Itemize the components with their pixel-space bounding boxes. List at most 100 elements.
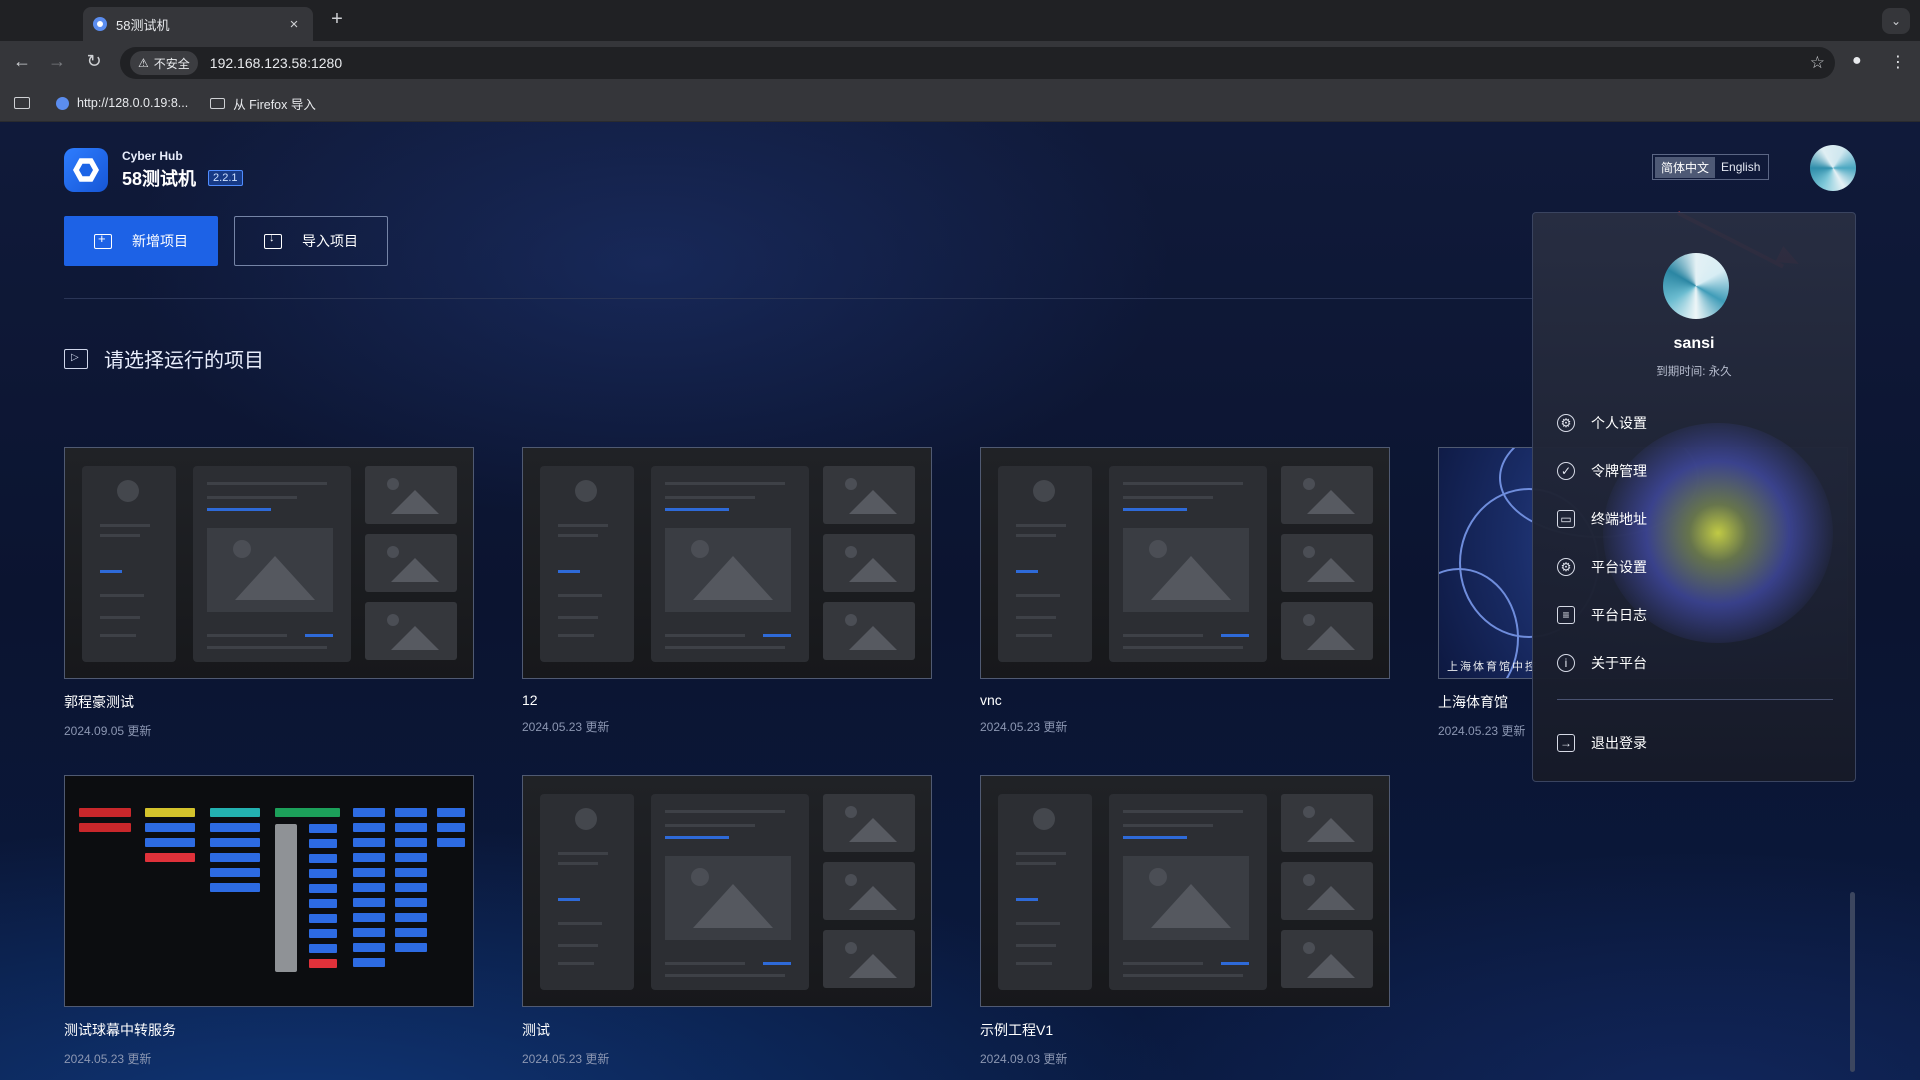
menu-item-platform-settings[interactable]: ⚙ 平台设置 bbox=[1557, 557, 1647, 577]
import-folder-icon bbox=[264, 232, 282, 249]
dropdown-avatar bbox=[1663, 253, 1729, 319]
user-avatar[interactable] bbox=[1810, 145, 1856, 191]
bookmark-item[interactable]: http://128.0.0.19:8... bbox=[56, 96, 188, 110]
close-icon[interactable]: × bbox=[285, 16, 303, 33]
menu-item-label: 关于平台 bbox=[1591, 655, 1647, 671]
import-project-button[interactable]: 导入项目 bbox=[234, 216, 388, 266]
divider bbox=[64, 298, 1534, 299]
menu-divider bbox=[1557, 699, 1833, 700]
project-card[interactable]: 郭程豪测试 2024.09.05 更新 bbox=[64, 447, 474, 739]
logout-button[interactable]: → 退出登录 bbox=[1557, 733, 1647, 753]
folder-icon bbox=[210, 97, 226, 109]
section-title-text: 请选择运行的项目 bbox=[104, 350, 264, 372]
menu-item-label: 终端地址 bbox=[1591, 511, 1647, 527]
app-main: Cyber Hub 58测试机 2.2.1 新增项目 导入项目 请选择运行的项目… bbox=[0, 122, 1920, 1080]
add-project-label: 新增项目 bbox=[132, 233, 188, 249]
bookmark-folder-label: 从 Firefox 导入 bbox=[233, 97, 316, 112]
project-date: 2024.09.05 更新 bbox=[64, 724, 152, 738]
forward-icon[interactable]: → bbox=[45, 51, 69, 72]
project-card[interactable]: 12 2024.05.23 更新 bbox=[522, 447, 932, 735]
terminal-icon: ▭ bbox=[1557, 510, 1575, 528]
browser-tab[interactable]: 58测试机 × bbox=[83, 7, 313, 41]
project-thumbnail[interactable] bbox=[522, 447, 932, 679]
add-folder-icon bbox=[94, 231, 112, 249]
profile-icon[interactable]: ● bbox=[1852, 52, 1862, 70]
info-icon: i bbox=[1557, 654, 1575, 672]
project-date: 2024.05.23 更新 bbox=[522, 1052, 610, 1066]
browser-tabbar: 58测试机 × + ⌄ bbox=[0, 0, 1920, 41]
menu-item-label: 平台日志 bbox=[1591, 607, 1647, 623]
section-title: 请选择运行的项目 bbox=[64, 344, 264, 373]
cyberhub-logo-icon bbox=[64, 148, 108, 192]
security-label: 不安全 bbox=[153, 56, 190, 71]
project-date: 2024.05.23 更新 bbox=[64, 1052, 152, 1066]
brand-name-text: 58测试机 bbox=[122, 169, 197, 189]
menu-icon[interactable]: ⋮ bbox=[1890, 52, 1906, 72]
bookmark-folder-firefox[interactable]: 从 Firefox 导入 bbox=[210, 94, 316, 113]
shield-icon: ✓ bbox=[1557, 462, 1575, 480]
project-thumbnail[interactable] bbox=[64, 775, 474, 1007]
back-icon[interactable]: ← bbox=[10, 51, 34, 72]
bookmark-star-icon[interactable]: ☆ bbox=[1810, 53, 1825, 73]
project-thumbnail[interactable] bbox=[522, 775, 932, 1007]
menu-item-token-management[interactable]: ✓ 令牌管理 bbox=[1557, 461, 1647, 481]
address-bar[interactable]: ⚠ 不安全 192.168.123.58:1280 ☆ bbox=[120, 47, 1835, 79]
browser-toolbar: ← → ↻ ⚠ 不安全 192.168.123.58:1280 ☆ ● ⋮ bbox=[0, 41, 1920, 85]
new-tab-button[interactable]: + bbox=[325, 8, 349, 31]
reload-icon[interactable]: ↻ bbox=[82, 51, 106, 72]
project-name[interactable]: 测试 bbox=[522, 1020, 932, 1040]
project-name[interactable]: 示例工程V1 bbox=[980, 1020, 1390, 1040]
settings-icon: ⚙ bbox=[1557, 414, 1575, 432]
language-switch[interactable]: 简体中文 English bbox=[1652, 154, 1770, 180]
lang-en-option[interactable]: English bbox=[1715, 158, 1766, 176]
user-dropdown-menu: sansi 到期时间: 永久 ⚙ 个人设置 ✓ 令牌管理 ▭ 终端地址 ⚙ 平台… bbox=[1532, 212, 1856, 782]
add-project-button[interactable]: 新增项目 bbox=[64, 216, 218, 266]
scrollbar[interactable] bbox=[1850, 892, 1855, 1072]
dropdown-username: sansi bbox=[1673, 335, 1715, 352]
menu-item-label: 平台设置 bbox=[1591, 559, 1647, 575]
project-card[interactable]: 示例工程V1 2024.09.03 更新 bbox=[980, 775, 1390, 1067]
dropdown-expiry: 到期时间: 永久 bbox=[1656, 366, 1732, 378]
project-folder-icon bbox=[64, 348, 88, 369]
url-text[interactable]: 192.168.123.58:1280 bbox=[210, 55, 1810, 71]
version-badge: 2.2.1 bbox=[208, 170, 243, 186]
logout-icon: → bbox=[1557, 734, 1575, 752]
project-date: 2024.09.03 更新 bbox=[980, 1052, 1068, 1066]
import-project-label: 导入项目 bbox=[302, 233, 358, 249]
brand-subtitle: Cyber Hub bbox=[122, 149, 183, 163]
project-name[interactable]: 12 bbox=[522, 692, 932, 708]
project-card[interactable]: 测试球幕中转服务 2024.05.23 更新 bbox=[64, 775, 474, 1067]
tab-title: 58测试机 bbox=[116, 17, 170, 33]
brand-name: 58测试机 2.2.1 bbox=[122, 165, 243, 191]
log-icon: ≡ bbox=[1557, 606, 1575, 624]
project-card[interactable]: vnc 2024.05.23 更新 bbox=[980, 447, 1390, 735]
logout-label: 退出登录 bbox=[1591, 735, 1647, 751]
project-name[interactable]: vnc bbox=[980, 692, 1390, 708]
menu-item-personal-settings[interactable]: ⚙ 个人设置 bbox=[1557, 413, 1647, 433]
project-thumbnail[interactable] bbox=[64, 447, 474, 679]
lang-zh-option[interactable]: 简体中文 bbox=[1655, 156, 1716, 178]
menu-item-platform-log[interactable]: ≡ 平台日志 bbox=[1557, 605, 1647, 625]
menu-item-label: 令牌管理 bbox=[1591, 463, 1647, 479]
project-date: 2024.05.23 更新 bbox=[522, 720, 610, 734]
brand: Cyber Hub 58测试机 2.2.1 bbox=[64, 148, 243, 192]
project-card[interactable]: 测试 2024.05.23 更新 bbox=[522, 775, 932, 1067]
apps-folder-icon[interactable] bbox=[14, 97, 30, 109]
gear-icon: ⚙ bbox=[1557, 558, 1575, 576]
tab-favicon-icon bbox=[93, 17, 107, 31]
menu-item-label: 个人设置 bbox=[1591, 415, 1647, 431]
project-thumbnail[interactable] bbox=[980, 775, 1390, 1007]
bookmark-favicon-icon bbox=[56, 96, 69, 110]
security-indicator[interactable]: ⚠ 不安全 bbox=[130, 51, 198, 75]
project-name[interactable]: 测试球幕中转服务 bbox=[64, 1020, 474, 1040]
project-date: 2024.05.23 更新 bbox=[980, 720, 1068, 734]
tab-search-button[interactable]: ⌄ bbox=[1882, 8, 1910, 34]
thumbnail-label: 上海体育馆中控 bbox=[1447, 661, 1538, 673]
menu-item-about[interactable]: i 关于平台 bbox=[1557, 653, 1647, 673]
warning-icon: ⚠ bbox=[138, 56, 149, 70]
bookmark-label: http://128.0.0.19:8... bbox=[77, 96, 189, 110]
menu-item-terminal-address[interactable]: ▭ 终端地址 bbox=[1557, 509, 1647, 529]
project-thumbnail[interactable] bbox=[980, 447, 1390, 679]
project-name[interactable]: 郭程豪测试 bbox=[64, 692, 474, 712]
bookmarks-bar: http://128.0.0.19:8... 从 Firefox 导入 bbox=[0, 85, 1920, 122]
